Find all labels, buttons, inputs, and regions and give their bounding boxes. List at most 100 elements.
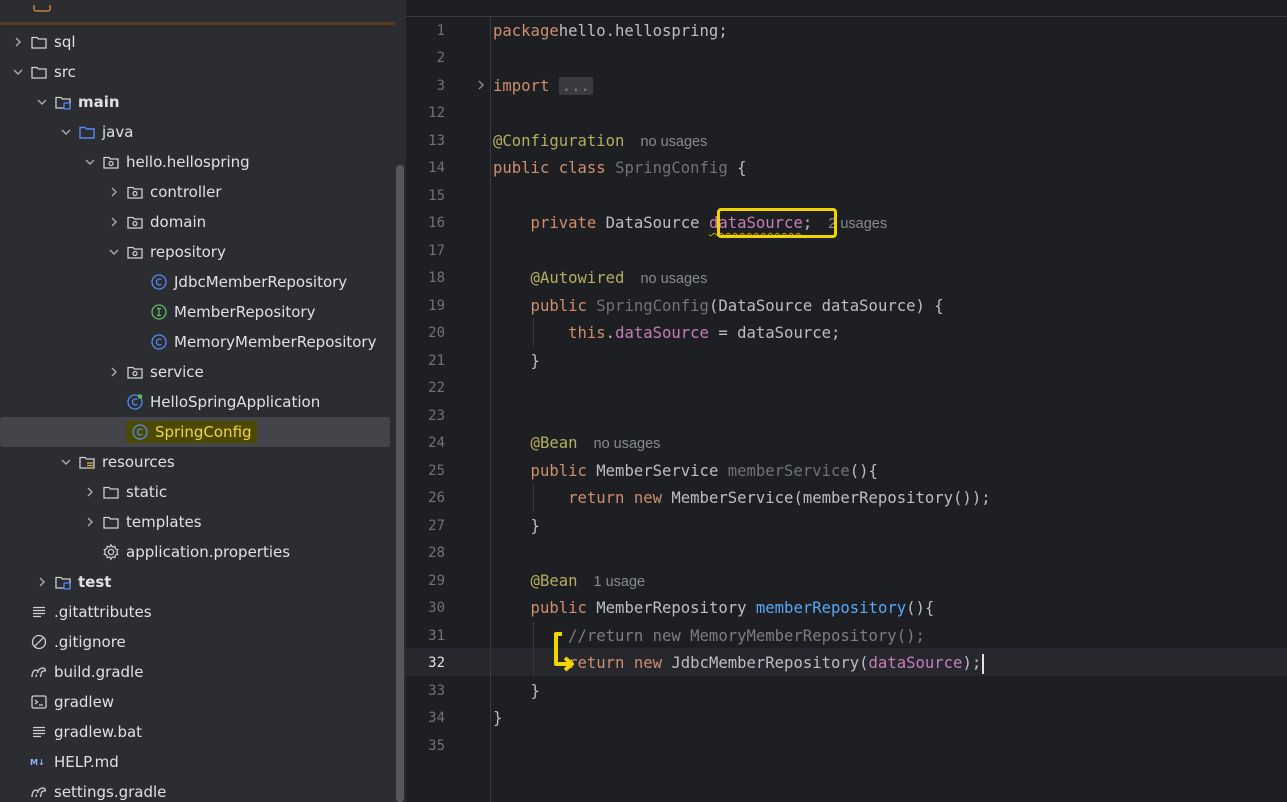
tree-item-label: templates xyxy=(126,513,202,531)
keyword-token: package xyxy=(493,22,559,40)
keyword-token: public xyxy=(493,297,597,315)
code-text: public SpringConfig(DataSource dataSourc… xyxy=(493,293,944,320)
chevron-right-icon[interactable] xyxy=(36,576,48,588)
code-token: MemberService(memberRepository()); xyxy=(671,489,991,507)
code-line[interactable]: 31 //return new MemoryMemberRepository()… xyxy=(406,623,1287,650)
package-icon xyxy=(102,153,120,171)
code-line[interactable]: 29 @Bean 1 usage xyxy=(406,568,1287,595)
code-line[interactable]: 24 @Bean no usages xyxy=(406,430,1287,457)
code-text: } xyxy=(493,513,540,540)
tree-item-hello-hellospring[interactable]: hello.hellospring xyxy=(0,147,395,177)
code-line[interactable]: 30 public MemberRepository memberReposit… xyxy=(406,595,1287,622)
code-line[interactable]: 26 return new MemberService(memberReposi… xyxy=(406,485,1287,512)
code-token: MemberRepository xyxy=(596,599,756,617)
tree-item-service[interactable]: service xyxy=(0,357,395,387)
tree-item-gradlew-bat[interactable]: gradlew.bat xyxy=(0,717,395,747)
code-line[interactable]: 12 xyxy=(406,100,1287,127)
tree-item-gitattributes[interactable]: .gitattributes xyxy=(0,597,395,627)
tree-item-label: test xyxy=(78,573,112,591)
code-line[interactable]: 34} xyxy=(406,705,1287,732)
tree-item-application-properties[interactable]: application.properties xyxy=(0,537,395,567)
tree-item-hellospringapplication[interactable]: HelloSpringApplication xyxy=(0,387,395,417)
tree-item-templates[interactable]: templates xyxy=(0,507,395,537)
svg-text:M↓: M↓ xyxy=(30,757,45,767)
text-file-icon xyxy=(30,603,48,621)
tree-item-gitignore[interactable]: .gitignore xyxy=(0,627,395,657)
tree-scrollbar-thumb[interactable] xyxy=(396,165,404,802)
tree-item-help-md[interactable]: M↓ HELP.md xyxy=(0,747,395,777)
usage-hint[interactable]: 2 usages xyxy=(828,216,887,232)
folded-imports-placeholder[interactable]: ... xyxy=(558,77,593,95)
code-text: public class SpringConfig { xyxy=(493,155,747,182)
chevron-down-icon[interactable] xyxy=(36,96,48,108)
chevron-right-icon[interactable] xyxy=(108,366,120,378)
indent-guide xyxy=(533,484,534,512)
code-line[interactable]: 16 private DataSource dataSource; 2 usage… xyxy=(406,210,1287,237)
keyword-token: public class xyxy=(493,159,616,177)
tree-item-domain[interactable]: domain xyxy=(0,207,395,237)
code-line[interactable]: 19 public SpringConfig(DataSource dataSo… xyxy=(406,293,1287,320)
tree-item-label: MemoryMemberRepository xyxy=(174,333,377,351)
code-line[interactable]: 35 xyxy=(406,733,1287,760)
chevron-down-icon[interactable] xyxy=(108,246,120,258)
chevron-down-icon[interactable] xyxy=(60,126,72,138)
tree-item-memorymemberrepository[interactable]: MemoryMemberRepository xyxy=(0,327,395,357)
usage-hint[interactable]: no usages xyxy=(640,271,707,287)
usage-hint[interactable]: no usages xyxy=(640,134,707,150)
usage-hint[interactable]: 1 usage xyxy=(594,574,646,590)
tree-item-controller[interactable]: controller xyxy=(0,177,395,207)
chevron-down-icon[interactable] xyxy=(12,66,24,78)
chevron-right-icon[interactable] xyxy=(84,516,96,528)
code-line[interactable]: 13 @Configuration no usages xyxy=(406,128,1287,155)
code-line[interactable]: 32 return new JdbcMemberRepository(dataS… xyxy=(406,650,1287,677)
tree-item-resources[interactable]: resources xyxy=(0,447,395,477)
method-token: memberRepository xyxy=(755,599,907,617)
tree-item-java[interactable]: java xyxy=(0,117,395,147)
code-line[interactable]: 27 } xyxy=(406,513,1287,540)
code-line[interactable]: 22 xyxy=(406,375,1287,402)
tree-item-gradlew[interactable]: gradlew xyxy=(0,687,395,717)
tree-item-sql[interactable]: sql xyxy=(0,27,395,57)
code-line[interactable]: 1 packagehello.hellospring; xyxy=(406,18,1287,45)
folder-icon xyxy=(102,483,120,501)
tree-item-static[interactable]: static xyxy=(0,477,395,507)
chevron-right-icon[interactable] xyxy=(108,186,120,198)
tree-item-settings-gradle[interactable]: settings.gradle xyxy=(0,777,395,802)
tree-item-build-gradle[interactable]: build.gradle xyxy=(0,657,395,687)
code-line[interactable]: 28 xyxy=(406,540,1287,567)
code-token: (DataSource dataSource) { xyxy=(708,297,944,315)
code-editor[interactable]: 1 packagehello.hellospring; 2 3 import ... 12… xyxy=(406,0,1287,802)
tree-item-src[interactable]: src xyxy=(0,57,395,87)
code-line[interactable]: 17 xyxy=(406,238,1287,265)
code-line[interactable]: 33 } xyxy=(406,678,1287,705)
chevron-right-icon[interactable] xyxy=(84,486,96,498)
chevron-right-icon[interactable] xyxy=(12,36,24,48)
code-text: @Autowired no usages xyxy=(493,265,708,293)
tree-item-jdbcmemberrepository[interactable]: JdbcMemberRepository xyxy=(0,267,395,297)
code-line[interactable]: 3 import ... xyxy=(406,73,1287,100)
chevron-right-icon[interactable] xyxy=(108,216,120,228)
code-line[interactable]: 18 @Autowired no usages xyxy=(406,265,1287,292)
usage-hint[interactable]: no usages xyxy=(594,436,661,452)
code-line[interactable]: 23 xyxy=(406,403,1287,430)
tree-item-label: SpringConfig xyxy=(155,423,252,441)
tree-item-test[interactable]: test xyxy=(0,567,395,597)
tree-item-main[interactable]: main xyxy=(0,87,395,117)
tree-item-springconfig[interactable]: SpringConfig xyxy=(0,417,390,447)
code-token: } xyxy=(493,682,540,700)
code-line[interactable]: 25 public MemberService memberService(){ xyxy=(406,458,1287,485)
code-line[interactable]: 21 } xyxy=(406,348,1287,375)
markdown-icon: M↓ xyxy=(30,753,48,771)
code-text: @Bean no usages xyxy=(493,430,661,458)
ignore-file-icon xyxy=(30,633,48,651)
code-line[interactable]: 14 public class SpringConfig { xyxy=(406,155,1287,182)
chevron-down-icon[interactable] xyxy=(60,456,72,468)
chevron-down-icon[interactable] xyxy=(84,156,96,168)
code-line[interactable]: 15 xyxy=(406,183,1287,210)
tree-item-memberrepository[interactable]: MemberRepository xyxy=(0,297,395,327)
code-line[interactable]: 2 xyxy=(406,45,1287,72)
tree-item-repository[interactable]: repository xyxy=(0,237,395,267)
code-line[interactable]: 20 this.dataSource = dataSource; xyxy=(406,320,1287,347)
tree-item-label: build.gradle xyxy=(54,663,144,681)
project-tool-window: sql src main java hello.hellospring controlle… xyxy=(0,0,395,802)
